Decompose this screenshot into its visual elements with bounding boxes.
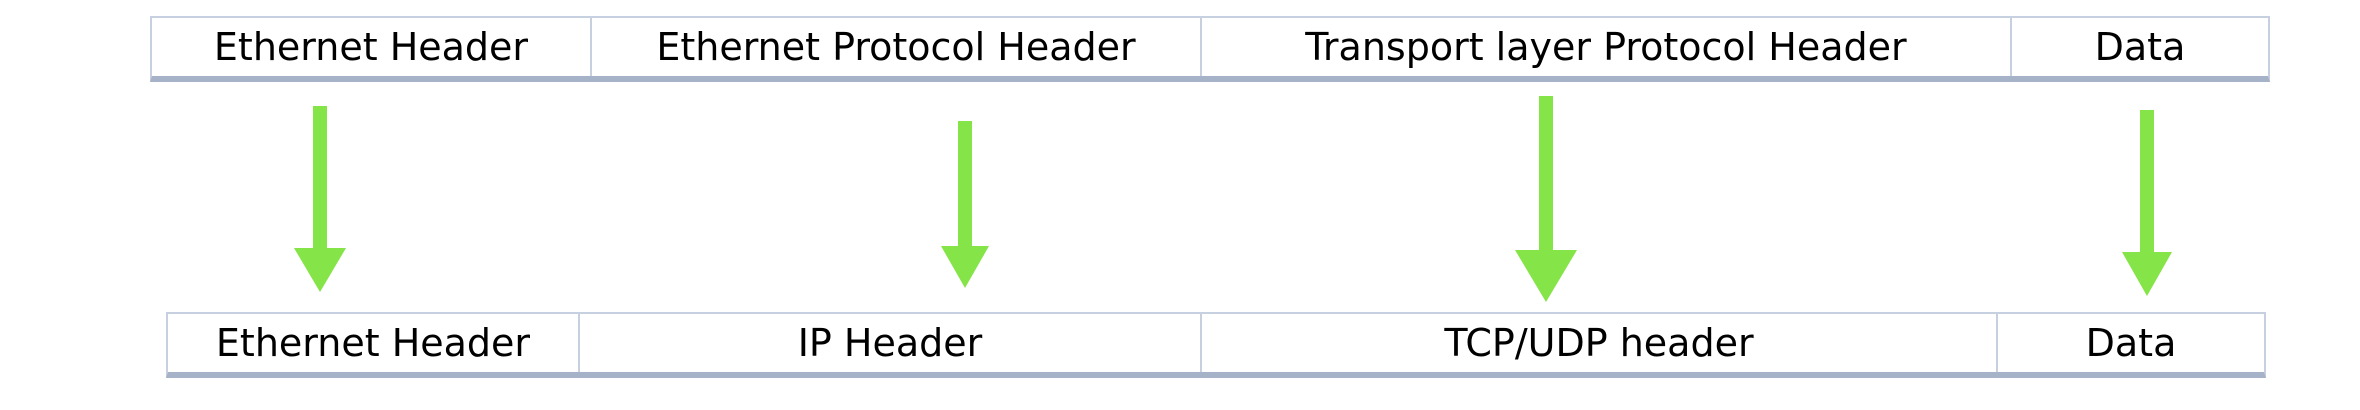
arrow-ip-header: [941, 121, 989, 288]
cell-ethernet-header-bottom: Ethernet Header: [168, 314, 580, 372]
arrow-data: [2122, 110, 2172, 296]
arrow-tcp-udp-header: [1515, 96, 1577, 302]
cell-ip-header: IP Header: [580, 314, 1202, 372]
cell-tcp-udp-header: TCP/UDP header: [1202, 314, 1998, 372]
packet-header-row-bottom: Ethernet Header IP Header TCP/UDP header…: [166, 312, 2266, 378]
cell-data-bottom: Data: [2085, 321, 2177, 365]
arrow-ethernet-header: [294, 106, 346, 292]
